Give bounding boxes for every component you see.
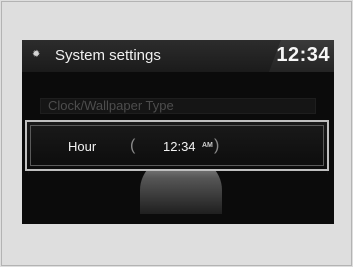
display-screen: ✹ System settings 12:34 Clock/Wallpaper … [22,40,334,224]
time-value: 12:34 [163,139,196,154]
ampm-indicator: AM [202,142,213,149]
page-title: System settings [55,47,161,64]
header-bar: ✹ System settings 12:34 [22,40,334,72]
clock-tab: 12:34 [269,40,334,72]
increase-bracket[interactable]: ) [214,136,219,156]
hour-label: Hour [68,139,97,154]
decrease-bracket[interactable]: ( [130,136,135,156]
menu-item-label: Clock/Wallpaper Type [48,98,174,113]
gear-icon: ✹ [32,49,41,60]
clock-display: 12:34 [276,44,330,66]
